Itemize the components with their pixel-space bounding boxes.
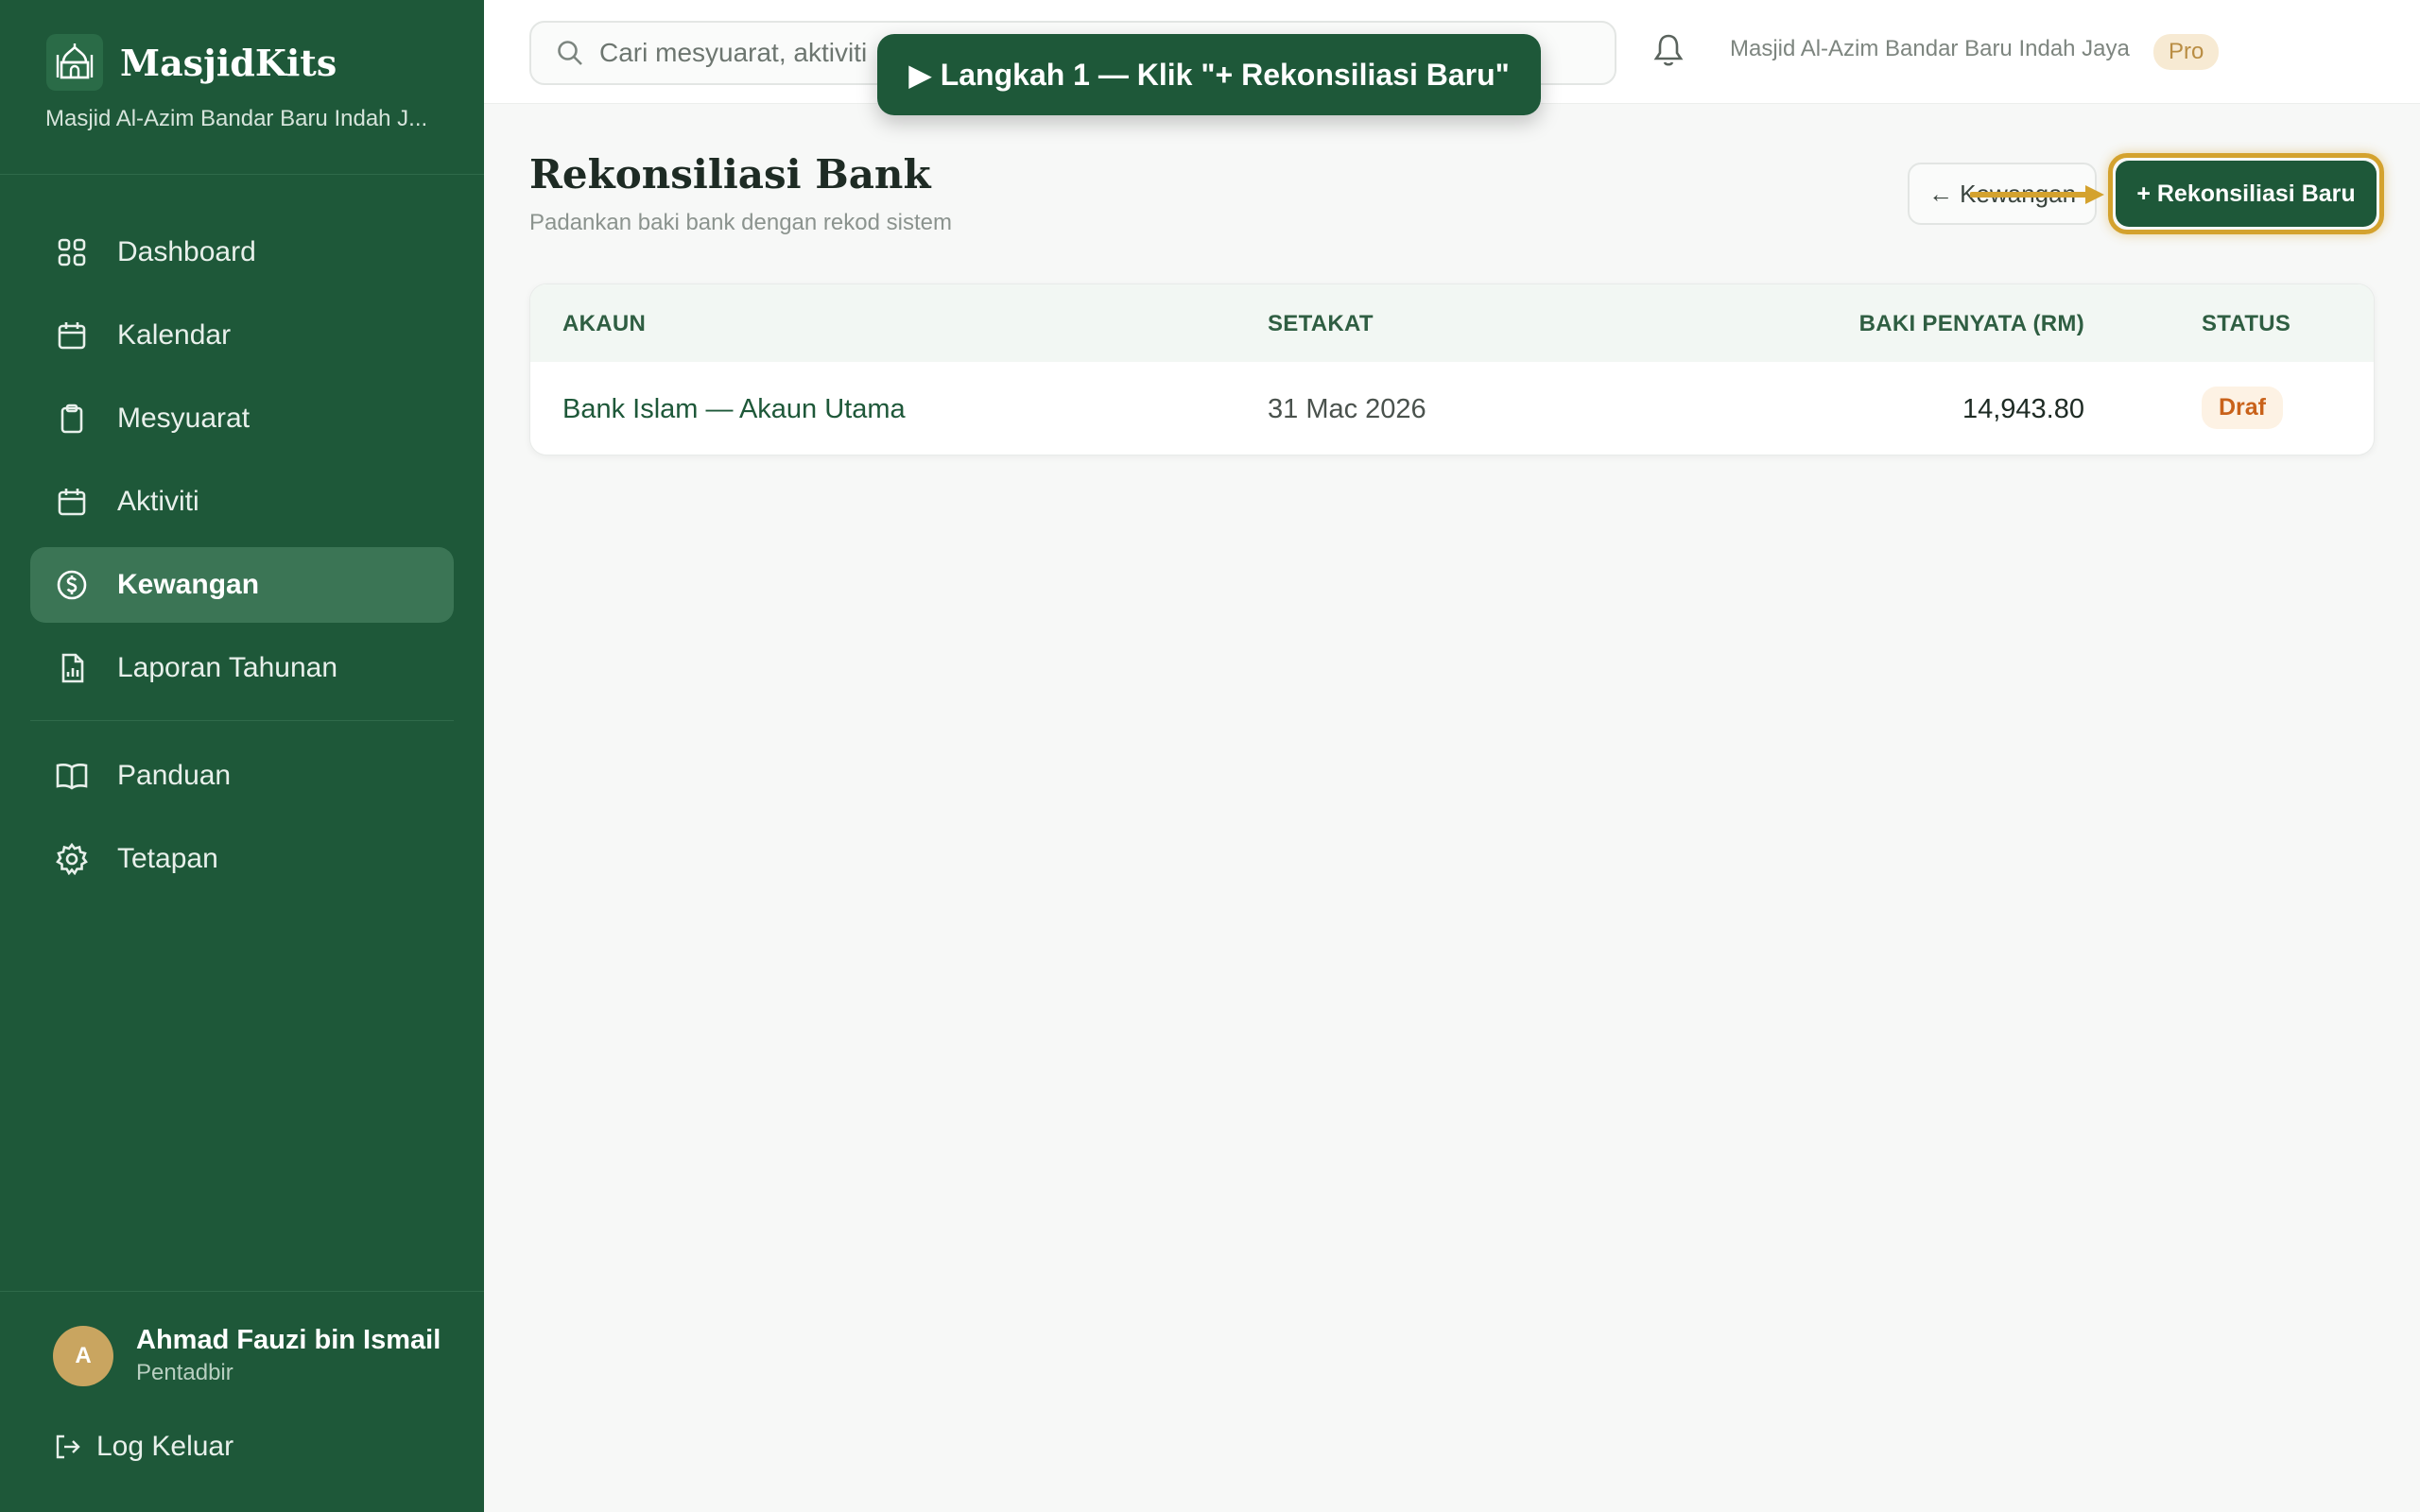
sidebar-item-tetapan[interactable]: Tetapan: [30, 821, 454, 897]
statement-balance: 14,943.80: [1962, 394, 2084, 424]
calendar-icon: [55, 485, 89, 519]
report-icon: [55, 651, 89, 685]
column-header-status: STATUS: [2202, 311, 2291, 336]
tour-step-tooltip: ▶ Langkah 1 — Klik "+ Rekonsiliasi Baru": [877, 34, 1541, 115]
logout-label: Log Keluar: [96, 1431, 234, 1462]
sidebar-item-mesyuarat[interactable]: Mesyuarat: [30, 381, 454, 456]
table-row[interactable]: Bank Islam — Akaun Utama 31 Mac 2026 14,…: [530, 362, 2374, 455]
search-icon: [556, 39, 584, 67]
sidebar-item-kalendar[interactable]: Kalendar: [30, 298, 454, 373]
user-profile[interactable]: A Ahmad Fauzi bin Ismail Pentadbir: [53, 1325, 441, 1386]
account-link[interactable]: Bank Islam — Akaun Utama: [562, 394, 906, 425]
sidebar-item-label: Laporan Tahunan: [117, 652, 337, 683]
sidebar-item-label: Panduan: [117, 760, 232, 791]
avatar: A: [53, 1325, 113, 1386]
divider: [0, 1291, 484, 1292]
sidebar-item-laporan-tahunan[interactable]: Laporan Tahunan: [30, 630, 454, 706]
sidebar-item-label: Mesyuarat: [117, 403, 251, 434]
sidebar-item-kewangan[interactable]: Kewangan: [30, 547, 454, 623]
sidebar-item-aktiviti[interactable]: Aktiviti: [30, 464, 454, 540]
sidebar-item-label: Aktiviti: [117, 486, 199, 517]
sidebar-item-label: Kewangan: [117, 569, 260, 600]
new-reconciliation-button[interactable]: + Rekonsiliasi Baru: [2116, 161, 2377, 227]
page-subtitle: Padankan baki bank dengan rekod sistem: [529, 210, 952, 235]
sidebar: MasjidKits Masjid Al-Azim Bandar Baru In…: [0, 0, 484, 1512]
divider: [0, 174, 484, 175]
brand-name: MasjidKits: [120, 41, 337, 84]
grid-icon: [55, 235, 89, 269]
organization-name: Masjid Al-Azim Bandar Baru Indah Jaya: [1730, 36, 2130, 61]
sidebar-item-dashboard[interactable]: Dashboard: [30, 215, 454, 290]
logout-icon: [53, 1433, 81, 1461]
column-header-balance: BAKI PENYATA (RM): [1858, 311, 2084, 336]
gear-icon: [55, 842, 89, 876]
status-badge: Draf: [2202, 387, 2284, 429]
sidebar-item-label: Tetapan: [117, 843, 218, 874]
mosque-name: Masjid Al-Azim Bandar Baru Indah J...: [45, 106, 428, 131]
sidebar-item-label: Kalendar: [117, 319, 232, 351]
column-header-as-of: SETAKAT: [1268, 311, 1374, 336]
user-name: Ahmad Fauzi bin Ismail: [136, 1325, 441, 1355]
sidebar-item-panduan[interactable]: Panduan: [30, 738, 454, 814]
mosque-logo-icon: [46, 34, 103, 91]
calendar-icon: [55, 318, 89, 352]
sidebar-item-label: Dashboard: [117, 236, 256, 267]
tour-pointer-arrow-icon: [1970, 185, 2104, 204]
dollar-circle-icon: [55, 568, 89, 602]
clipboard-icon: [55, 402, 89, 436]
user-role: Pentadbir: [136, 1360, 233, 1385]
notification-bell-icon[interactable]: [1652, 32, 1685, 68]
divider: [30, 720, 454, 721]
page-title: Rekonsiliasi Bank: [529, 151, 931, 198]
as-of-date: 31 Mac 2026: [1268, 394, 1426, 424]
table-header: AKAUN SETAKAT BAKI PENYATA (RM) STATUS: [530, 284, 2374, 362]
logout-button[interactable]: Log Keluar: [53, 1431, 233, 1463]
reconciliation-table: AKAUN SETAKAT BAKI PENYATA (RM) STATUS B…: [529, 284, 2375, 455]
book-icon: [55, 759, 89, 793]
plan-badge: Pro: [2153, 34, 2220, 70]
column-header-account: AKAUN: [562, 311, 647, 336]
brand[interactable]: MasjidKits: [46, 34, 337, 91]
